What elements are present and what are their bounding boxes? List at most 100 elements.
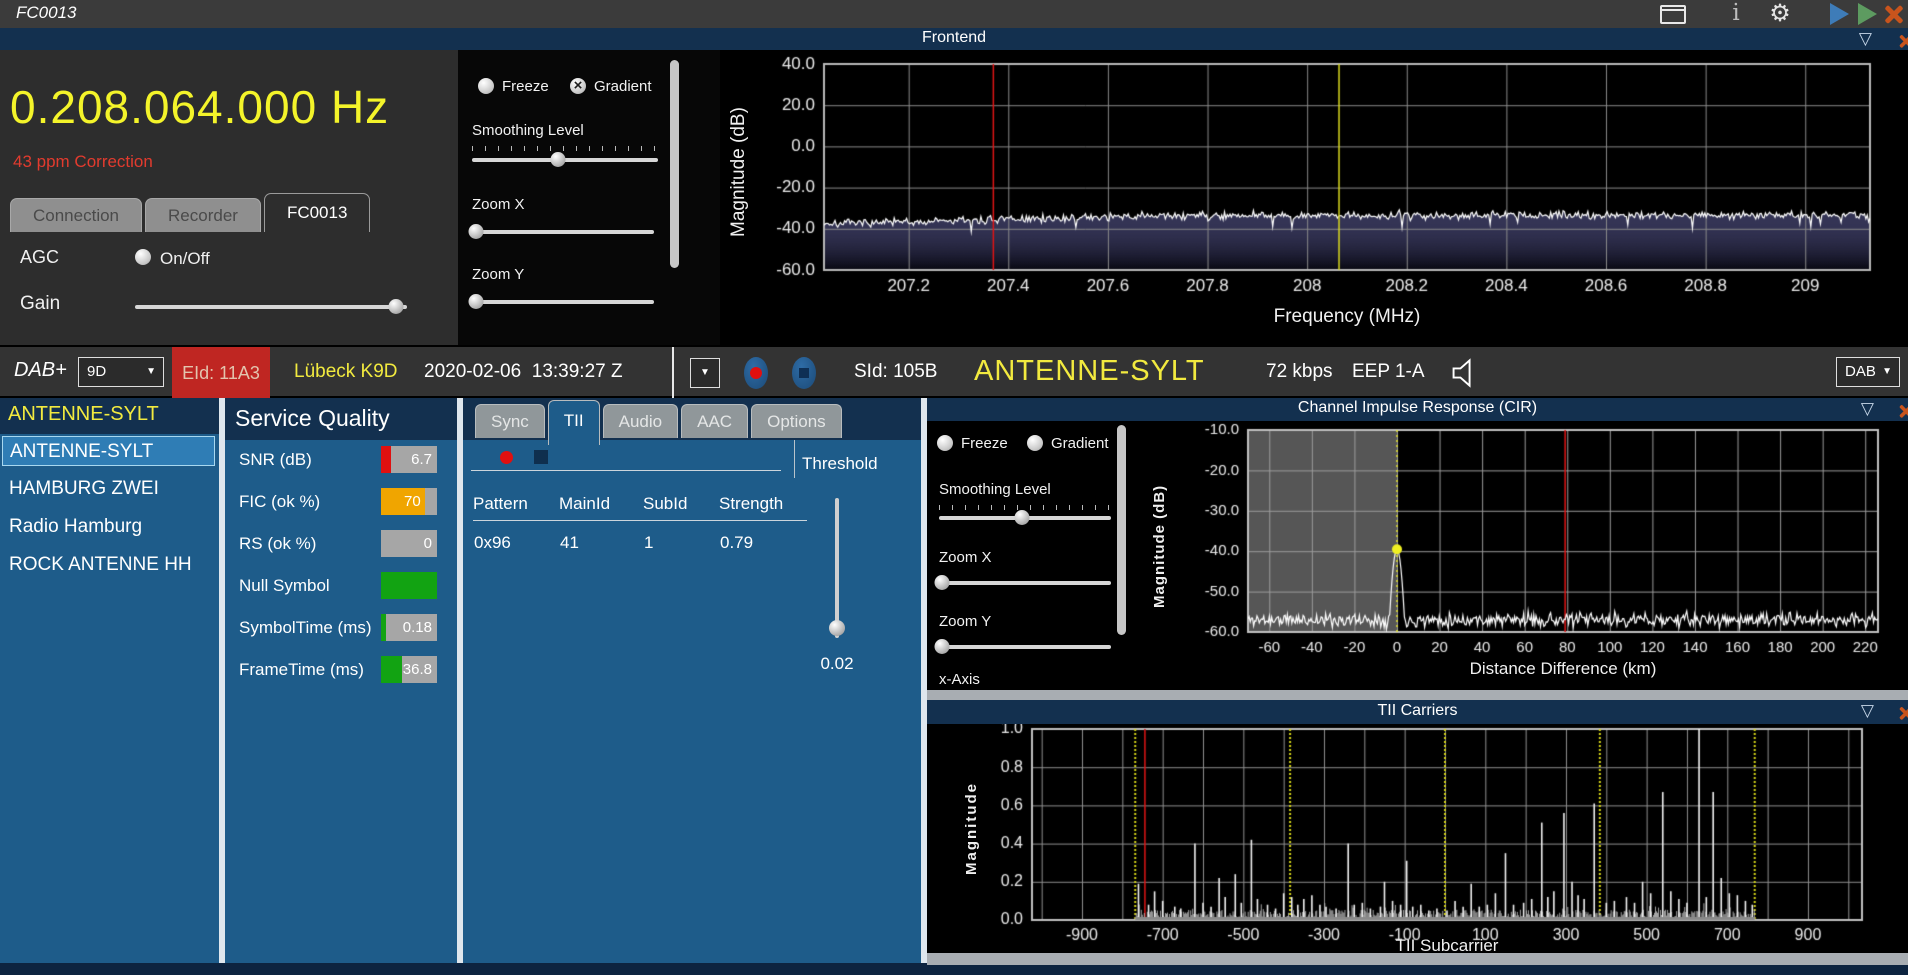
info-icon[interactable]: i bbox=[1724, 0, 1748, 26]
station-list-item[interactable]: Radio Hamburg bbox=[2, 512, 215, 542]
panel-close-icon[interactable] bbox=[1899, 404, 1908, 418]
tii-table-header: Strength bbox=[719, 494, 807, 521]
cir-smoothing-slider[interactable] bbox=[939, 510, 1111, 525]
threshold-slider[interactable] bbox=[829, 498, 845, 638]
sq-bar-fill bbox=[381, 614, 387, 641]
gain-slider-knob[interactable] bbox=[388, 299, 404, 314]
bitrate: 72 kbps bbox=[1266, 361, 1333, 382]
cir-zoom-x-label: Zoom X bbox=[939, 549, 992, 566]
frequency-display: 0.208.064.000 Hz bbox=[10, 81, 390, 133]
zoom-y-slider-knob[interactable] bbox=[468, 294, 484, 309]
channel-select[interactable]: 9D ▼ bbox=[78, 357, 164, 387]
freeze-label: Freeze bbox=[502, 78, 549, 95]
current-service-name: ANTENNE-SYLT bbox=[974, 355, 1205, 387]
dump-dropdown-button[interactable]: ▼ bbox=[690, 358, 720, 388]
gain-slider[interactable] bbox=[135, 299, 407, 314]
freeze-radio[interactable] bbox=[478, 78, 494, 94]
gradient-radio[interactable] bbox=[570, 77, 586, 94]
cir-panel-header: Channel Impulse Response (CIR) ▽ bbox=[927, 398, 1908, 421]
stop-button[interactable] bbox=[792, 357, 816, 389]
panel-close-icon[interactable] bbox=[1899, 34, 1908, 48]
sq-value: 36.8 bbox=[402, 661, 432, 678]
legend-dark-square-icon bbox=[534, 450, 548, 464]
detail-tab-aac[interactable]: AAC bbox=[681, 404, 749, 438]
tii-plot[interactable] bbox=[927, 724, 1908, 953]
tii-panel-title: TII Carriers bbox=[1377, 702, 1458, 719]
cir-x-axis-title: Distance Difference (km) bbox=[1469, 659, 1657, 678]
zoom-x-slider-knob[interactable] bbox=[468, 224, 484, 239]
tii-table-header: SubId bbox=[643, 494, 719, 521]
cir-gradient-label: Gradient bbox=[1051, 435, 1109, 452]
collapse-triangle-icon[interactable]: ▽ bbox=[1859, 29, 1872, 49]
cir-zoom-x-slider[interactable] bbox=[934, 575, 1111, 590]
tii-carriers-panel: Magnitude TII Subcarrier bbox=[927, 724, 1908, 955]
cir-zoom-x-slider-knob[interactable] bbox=[934, 575, 950, 590]
cir-freeze-label: Freeze bbox=[961, 435, 1008, 452]
service-quality-title: Service Quality bbox=[235, 405, 390, 431]
detail-tab-options[interactable]: Options bbox=[751, 404, 842, 438]
threshold-slider-knob[interactable] bbox=[829, 620, 845, 637]
sq-value: 6.7 bbox=[411, 451, 432, 468]
station-list-item[interactable]: ANTENNE-SYLT bbox=[2, 436, 215, 466]
close-icon[interactable] bbox=[1884, 4, 1904, 24]
cir-controls-scrollbar[interactable] bbox=[1117, 425, 1126, 635]
agc-option-label: On/Off bbox=[160, 249, 210, 268]
collapse-triangle-icon[interactable]: ▽ bbox=[1861, 701, 1874, 721]
cir-smoothing-slider-knob[interactable] bbox=[1014, 510, 1030, 525]
horizontal-scrollbar[interactable] bbox=[927, 953, 1908, 965]
window-icon[interactable] bbox=[1660, 5, 1686, 24]
tuner-panel: 0.208.064.000 Hz 43 ppm Correction Conne… bbox=[0, 50, 458, 345]
sq-bar-fill bbox=[381, 446, 392, 473]
frontend-panel: 0.208.064.000 Hz 43 ppm Correction Conne… bbox=[0, 50, 1908, 345]
gear-icon[interactable]: ⚙ bbox=[1768, 0, 1792, 27]
cir-gradient-radio[interactable] bbox=[1027, 435, 1043, 451]
frontend-tabs: Connection Recorder FC0013 bbox=[10, 193, 373, 232]
tii-table-cell: 1 bbox=[644, 533, 654, 552]
agc-radio[interactable] bbox=[135, 249, 151, 265]
frontend-tab-fc0013[interactable]: FC0013 bbox=[263, 193, 371, 232]
smoothing-slider-knob[interactable] bbox=[550, 152, 566, 167]
protection-level: EEP 1-A bbox=[1352, 361, 1425, 382]
sq-row-label: Null Symbol bbox=[239, 576, 330, 595]
frontend-tab-connection[interactable]: Connection bbox=[10, 198, 143, 232]
smoothing-slider[interactable] bbox=[472, 152, 658, 167]
station-list-item[interactable]: ROCK ANTENNE HH bbox=[2, 550, 215, 580]
speaker-icon[interactable] bbox=[1450, 357, 1480, 389]
zoom-y-slider[interactable] bbox=[468, 294, 654, 309]
frontend-panel-title: Frontend bbox=[921, 29, 987, 46]
detail-panel: Sync TII Audio AAC Options Pattern MainId SubI… bbox=[463, 398, 921, 963]
sq-value: 0.18 bbox=[402, 619, 432, 636]
horizontal-scrollbar[interactable] bbox=[927, 690, 1908, 700]
tii-tab-content: Pattern MainId SubId Strength 0x96 41 1 0.79 Th… bbox=[463, 440, 921, 963]
cir-zoom-y-slider[interactable] bbox=[934, 639, 1111, 654]
sq-row-label: FrameTime (ms) bbox=[239, 660, 364, 679]
sq-row-label: SymbolTime (ms) bbox=[239, 618, 372, 637]
detail-tab-tii[interactable]: TII bbox=[547, 400, 600, 445]
collapse-triangle-icon[interactable]: ▽ bbox=[1861, 399, 1874, 419]
cir-zoom-y-slider-knob[interactable] bbox=[934, 639, 950, 654]
record-button[interactable] bbox=[744, 357, 768, 389]
controls-scrollbar[interactable] bbox=[670, 60, 679, 268]
service-id: SId: 105B bbox=[854, 361, 938, 382]
detail-tab-sync[interactable]: Sync bbox=[475, 404, 545, 438]
cir-zoom-y-label: Zoom Y bbox=[939, 613, 992, 630]
play-blue-icon[interactable] bbox=[1830, 3, 1849, 25]
tii-panel-header: TII Carriers ▽ bbox=[927, 700, 1908, 724]
spectrum-plot[interactable] bbox=[720, 50, 1908, 345]
output-select[interactable]: DAB ▼ bbox=[1836, 357, 1900, 387]
frontend-tab-recorder[interactable]: Recorder bbox=[145, 198, 261, 232]
cir-freeze-radio[interactable] bbox=[937, 435, 953, 451]
smoothing-ticks bbox=[472, 146, 658, 151]
detail-tab-audio[interactable]: Audio bbox=[602, 404, 679, 438]
play-green-icon[interactable] bbox=[1858, 3, 1877, 25]
sq-bar: 36.8 bbox=[381, 656, 437, 683]
station-list-item[interactable]: HAMBURG ZWEI bbox=[2, 474, 215, 504]
window-title: FC0013 bbox=[16, 3, 77, 22]
spectrum-x-axis-label: Frequency (MHz) bbox=[1273, 306, 1421, 327]
tii-table-cell: 0.79 bbox=[720, 533, 754, 552]
zoom-x-slider[interactable] bbox=[468, 224, 654, 239]
cir-plot[interactable] bbox=[1135, 421, 1908, 690]
chevron-down-icon: ▼ bbox=[146, 366, 156, 377]
legend-red-dot-icon bbox=[500, 451, 513, 464]
panel-close-icon[interactable] bbox=[1899, 706, 1908, 720]
